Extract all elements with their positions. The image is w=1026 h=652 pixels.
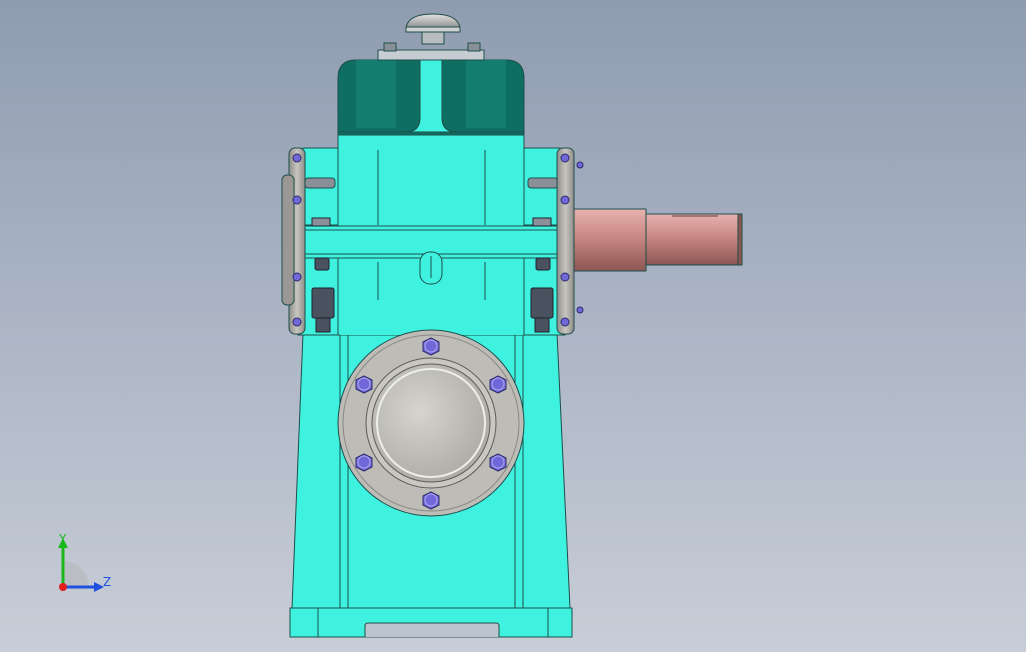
- right-end-plate: [556, 147, 575, 335]
- vent-plug: [405, 13, 461, 45]
- top-cover: [337, 42, 525, 136]
- output-shaft[interactable]: [573, 208, 743, 272]
- graphics-viewport[interactable]: Y Z: [0, 0, 1026, 652]
- end-cover-flange[interactable]: [337, 329, 525, 517]
- triad-origin: [59, 583, 67, 591]
- triad-quadrant: [63, 561, 89, 587]
- triad-y-label: Y: [58, 532, 67, 546]
- orientation-triad[interactable]: Y Z: [40, 528, 130, 608]
- triad-z-label: Z: [103, 575, 111, 589]
- gearbox-model[interactable]: [0, 0, 1026, 652]
- left-end-plate: [281, 147, 306, 335]
